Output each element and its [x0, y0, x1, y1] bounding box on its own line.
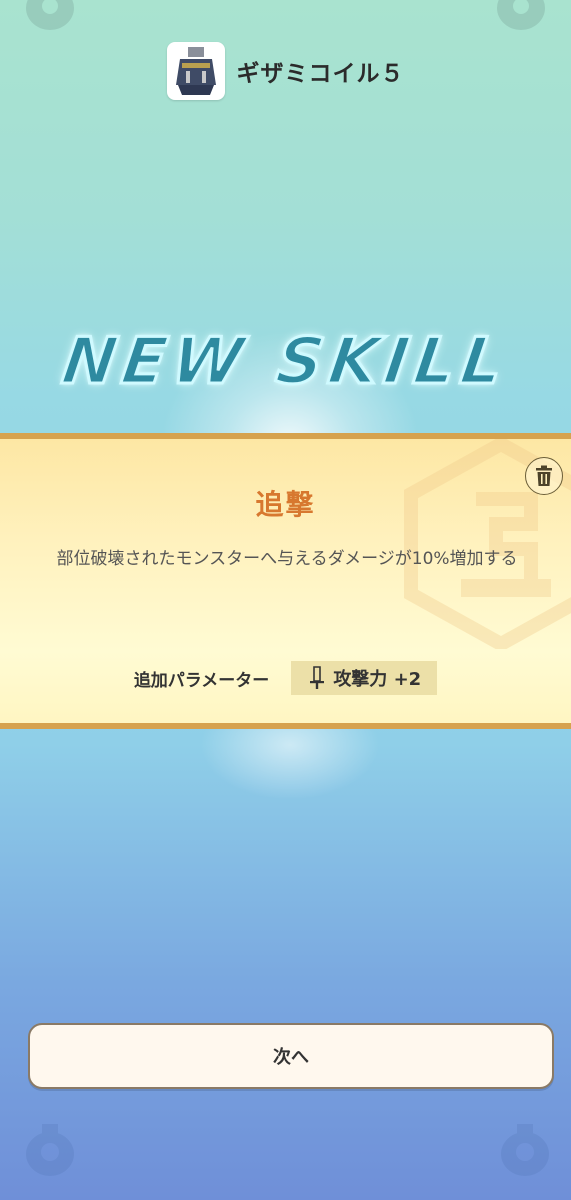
next-button[interactable]: 次へ: [28, 1023, 554, 1089]
armor-coil-icon: [166, 42, 225, 100]
item-header: ギザミコイル５: [0, 41, 571, 101]
mascot-icon: [497, 0, 545, 30]
mascot-icon: [26, 0, 74, 30]
skill-description: 部位破壊されたモンスターへ与えるダメージが10%増加する: [56, 549, 518, 569]
param-chip: 攻撃力 +2: [291, 661, 438, 695]
item-name: ギザミコイル５: [236, 61, 405, 87]
mascot-icon: [26, 1124, 74, 1176]
param-label: 追加パラメーター: [133, 670, 270, 691]
skill-panel: 追撃 部位破壊されたモンスターへ与えるダメージが10%増加する 追加パラメーター…: [0, 433, 571, 729]
mascot-icon: [501, 1124, 549, 1176]
param-value: 攻撃力 +2: [333, 669, 422, 690]
additional-parameter-row: 追加パラメーター 攻撃力 +2: [0, 661, 571, 695]
new-skill-title: NEW SKILL: [56, 324, 515, 401]
sword-icon: [310, 666, 325, 689]
skill-name: 追撃: [255, 488, 316, 521]
